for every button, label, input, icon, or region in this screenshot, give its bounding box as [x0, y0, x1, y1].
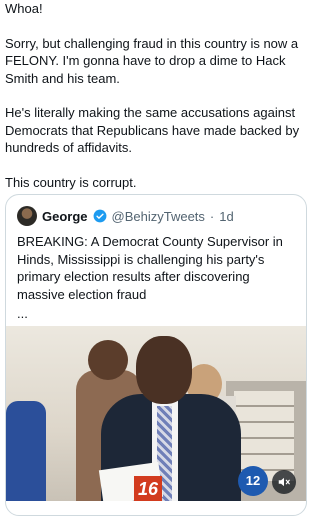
separator-dot: ·	[209, 208, 215, 224]
verified-badge-icon	[93, 209, 106, 223]
post-paragraph: Sorry, but challenging fraud in this cou…	[5, 35, 299, 86]
video-speaker-head	[136, 336, 192, 404]
station-logo-12: 12	[238, 466, 268, 496]
quoted-tweet-header: George @BehizyTweets · 1d	[17, 206, 234, 226]
avatar[interactable]	[17, 206, 37, 226]
video-player[interactable]: 16 12	[6, 326, 306, 501]
author-handle[interactable]: @BehizyTweets	[112, 209, 205, 224]
post-paragraph: This country is corrupt.	[5, 174, 137, 190]
video-person-left	[6, 401, 46, 501]
station-logo-16: 16	[134, 476, 162, 501]
author-name[interactable]: George	[42, 209, 88, 224]
timestamp[interactable]: 1d	[219, 209, 233, 224]
quoted-tweet-body: BREAKING: A Democrat County Supervisor i…	[17, 234, 283, 302]
quoted-tweet-ellipsis: ...	[17, 306, 28, 321]
quoted-tweet-card[interactable]: George @BehizyTweets · 1d BREAKING: A De…	[5, 194, 307, 516]
post-text: Whoa! Sorry, but challenging fraud in th…	[5, 0, 305, 191]
post-paragraph: Whoa!	[5, 1, 43, 16]
volume-muted-icon	[278, 477, 290, 487]
video-person-background-head	[88, 340, 128, 380]
post-paragraph: He's literally making the same accusatio…	[5, 105, 300, 155]
mute-button[interactable]	[272, 470, 296, 494]
quoted-tweet-text: BREAKING: A Democrat County Supervisor i…	[17, 233, 299, 303]
